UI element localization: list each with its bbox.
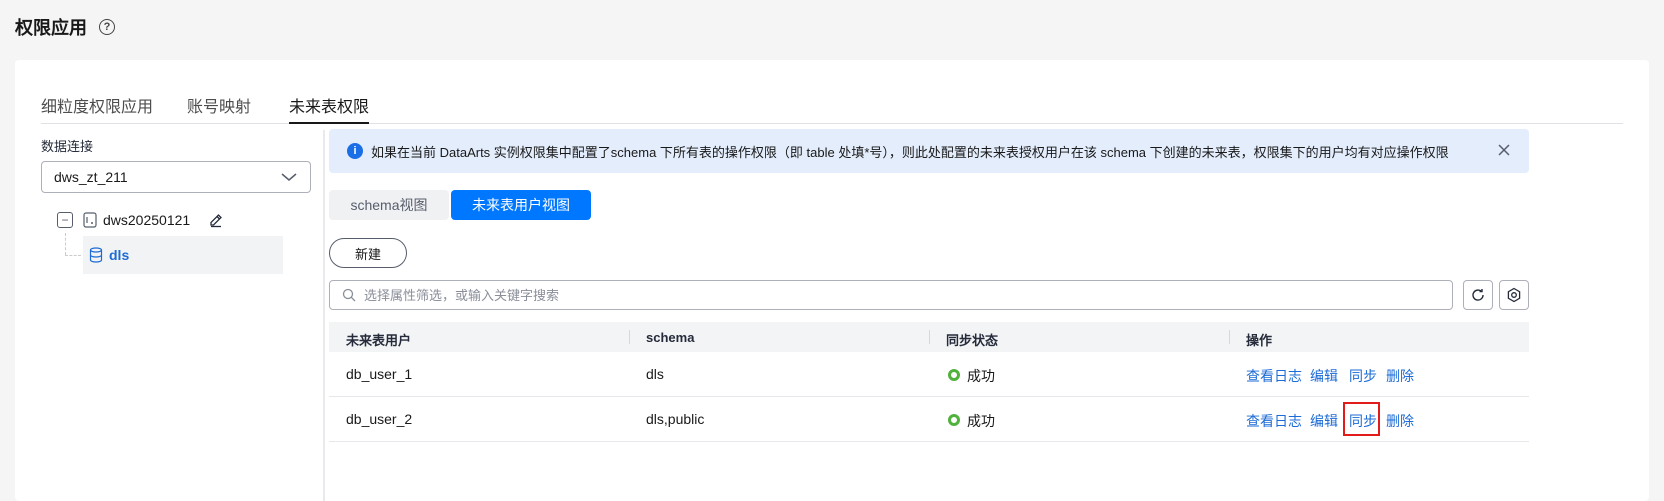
settings-button[interactable]	[1499, 280, 1529, 310]
gear-icon	[1507, 287, 1521, 303]
search-bar	[329, 280, 1453, 310]
column-header-user: 未来表用户	[346, 333, 412, 348]
cell-status: 成功	[967, 368, 995, 384]
info-icon: i	[347, 143, 363, 159]
delete-link[interactable]: 删除	[1386, 411, 1414, 431]
close-icon[interactable]	[1497, 143, 1511, 157]
cell-user: db_user_2	[346, 411, 413, 427]
connection-select[interactable]: dws_zt_211	[41, 161, 311, 193]
main-card: 细粒度权限应用 账号映射 未来表权限 数据连接 dws_zt_211 − dws…	[15, 60, 1649, 501]
tab-bar: 细粒度权限应用 账号映射 未来表权限	[41, 60, 1623, 124]
cell-schema: dls,public	[646, 411, 705, 427]
cell-user: db_user_1	[346, 366, 413, 382]
collapse-icon[interactable]: −	[57, 212, 73, 228]
search-input[interactable]	[364, 287, 1444, 303]
view-log-link[interactable]: 查看日志	[1246, 366, 1302, 386]
column-resize-handle[interactable]	[629, 330, 630, 344]
view-toggle: schema视图 未来表用户视图	[329, 190, 591, 220]
panel-divider[interactable]	[323, 130, 325, 501]
sync-link[interactable]: 同步	[1349, 366, 1377, 386]
data-table: 未来表用户 schema 同步状态 操作 db_user_1 dls 成功 查看…	[329, 322, 1529, 442]
connection-value: dws_zt_211	[54, 169, 128, 185]
tree-connector	[65, 255, 81, 256]
column-resize-handle[interactable]	[1229, 330, 1230, 344]
column-header-status: 同步状态	[946, 333, 999, 348]
help-icon[interactable]: ?	[99, 19, 115, 35]
schema-view-button[interactable]: schema视图	[329, 190, 449, 220]
tab-account-mapping[interactable]: 账号映射	[187, 93, 251, 117]
tree-node-child[interactable]: dls	[83, 236, 283, 274]
left-panel: 数据连接 dws_zt_211 − dws20250121 dls	[41, 136, 311, 274]
database-icon	[89, 247, 103, 263]
status-success-icon	[948, 414, 960, 426]
table-row: db_user_1 dls 成功 查看日志 编辑 同步 删除	[329, 352, 1529, 397]
view-log-link[interactable]: 查看日志	[1246, 411, 1302, 431]
tree-node-root-label: dws20250121	[103, 212, 191, 228]
status-success-icon	[948, 369, 960, 381]
edit-link[interactable]: 编辑	[1310, 366, 1338, 386]
connection-label: 数据连接	[41, 139, 94, 154]
cell-schema: dls	[646, 366, 664, 382]
delete-link[interactable]: 删除	[1386, 366, 1414, 386]
page-title: 权限应用	[15, 18, 87, 38]
column-resize-handle[interactable]	[929, 330, 930, 344]
tree-node-child-label: dls	[109, 247, 130, 263]
server-icon	[83, 212, 97, 228]
tree-node-root[interactable]: − dws20250121	[57, 212, 224, 228]
info-alert: i 如果在当前 DataArts 实例权限集中配置了schema 下所有表的操作…	[329, 129, 1529, 173]
page-header: 权限应用 ?	[15, 14, 115, 40]
new-button[interactable]: 新建	[329, 238, 407, 268]
tab-future-table[interactable]: 未来表权限	[289, 93, 370, 124]
tree-connector	[65, 233, 66, 255]
edit-icon[interactable]	[208, 212, 224, 228]
table-header: 未来表用户 schema 同步状态 操作	[329, 322, 1529, 352]
refresh-button[interactable]	[1463, 280, 1493, 310]
table-row: db_user_2 dls,public 成功 查看日志 编辑 同步 删除	[329, 397, 1529, 442]
column-header-actions: 操作	[1246, 333, 1273, 348]
refresh-icon	[1472, 289, 1484, 301]
search-icon	[342, 288, 356, 302]
highlight-box	[1343, 402, 1380, 436]
column-header-schema: schema	[646, 330, 695, 345]
cell-status: 成功	[967, 413, 995, 429]
alert-text: 如果在当前 DataArts 实例权限集中配置了schema 下所有表的操作权限…	[371, 144, 1449, 160]
edit-link[interactable]: 编辑	[1310, 411, 1338, 431]
tab-fine-grained[interactable]: 细粒度权限应用	[41, 93, 153, 117]
chevron-down-icon	[281, 173, 297, 181]
user-view-button[interactable]: 未来表用户视图	[451, 190, 591, 220]
